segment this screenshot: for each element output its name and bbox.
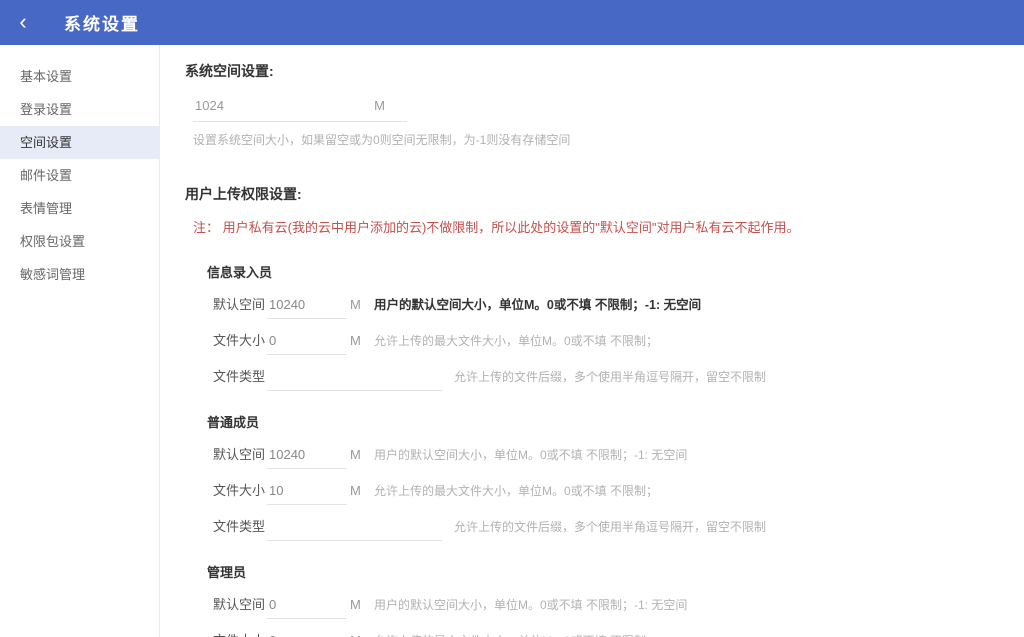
group-name: 信息录入员	[207, 262, 994, 294]
field-help: 用户的默认空间大小，单位M。0或不填 不限制；-1: 无空间	[374, 596, 687, 613]
app-header: ‹ 系统设置	[0, 0, 1024, 45]
sidebar-item-sensitive-words[interactable]: 敏感词管理	[0, 258, 159, 291]
system-space-help: 设置系统空间大小，如果留空或为0则空间无限制，为-1则没有存储空间	[193, 131, 994, 148]
file-size-input[interactable]	[267, 333, 347, 355]
field-label: 文件类型	[213, 516, 267, 535]
group-name: 管理员	[207, 562, 994, 594]
file-type-row: 文件类型 允许上传的文件后缀，多个使用半角逗号隔开，留空不限制	[207, 366, 994, 402]
sidebar-item-mail-settings[interactable]: 邮件设置	[0, 159, 159, 192]
group-name: 普通成员	[207, 412, 994, 444]
sidebar-item-basic-settings[interactable]: 基本设置	[0, 60, 159, 93]
group-info-entry-clerk: 信息录入员 默认空间 M 用户的默认空间大小，单位M。0或不填 不限制；-1: …	[207, 262, 994, 402]
file-size-input[interactable]	[267, 633, 347, 637]
sidebar-item-permission-package[interactable]: 权限包设置	[0, 225, 159, 258]
file-size-input[interactable]	[267, 483, 347, 505]
settings-sidebar: 基本设置 登录设置 空间设置 邮件设置 表情管理 权限包设置 敏感词管理	[0, 45, 160, 637]
role-groups: 信息录入员 默认空间 M 用户的默认空间大小，单位M。0或不填 不限制；-1: …	[207, 262, 994, 637]
sidebar-item-login-settings[interactable]: 登录设置	[0, 93, 159, 126]
field-label: 文件大小	[213, 480, 267, 499]
unit-label: M	[350, 333, 362, 348]
upload-permission-note: 注： 用户私有云(我的云中用户添加的云)不做限制，所以此处的设置的"默认空间"对…	[193, 217, 994, 236]
upload-permission-heading: 用户上传权限设置:	[185, 184, 994, 204]
unit-label: M	[350, 483, 362, 498]
unit-label: M	[350, 633, 362, 637]
file-type-input[interactable]	[267, 519, 442, 541]
field-help: 允许上传的最大文件大小，单位M。0或不填 不限制；	[374, 632, 658, 637]
default-space-row: 默认空间 M 用户的默认空间大小，单位M。0或不填 不限制；-1: 无空间	[207, 594, 994, 630]
unit-label: M	[350, 297, 362, 312]
default-space-row: 默认空间 M 用户的默认空间大小，单位M。0或不填 不限制；-1: 无空间	[207, 294, 994, 330]
field-label: 默认空间	[213, 444, 267, 463]
default-space-input[interactable]	[267, 597, 347, 619]
field-label: 默认空间	[213, 594, 267, 613]
file-size-row: 文件大小 M 允许上传的最大文件大小，单位M。0或不填 不限制；	[207, 480, 994, 516]
file-type-input[interactable]	[267, 369, 442, 391]
field-label: 文件大小	[213, 330, 267, 349]
default-space-row: 默认空间 M 用户的默认空间大小，单位M。0或不填 不限制；-1: 无空间	[207, 444, 994, 480]
system-space-heading: 系统空间设置:	[185, 61, 994, 81]
unit-label: M	[350, 597, 362, 612]
field-label: 文件类型	[213, 366, 267, 385]
settings-content: 系统空间设置: 1024 M 设置系统空间大小，如果留空或为0则空间无限制，为-…	[160, 45, 1024, 637]
file-type-row: 文件类型 允许上传的文件后缀，多个使用半角逗号隔开，留空不限制	[207, 516, 994, 552]
field-help: 允许上传的文件后缀，多个使用半角逗号隔开，留空不限制	[454, 368, 766, 385]
unit-label: M	[350, 447, 362, 462]
field-label: 默认空间	[213, 294, 267, 313]
page-title: 系统设置	[64, 10, 140, 35]
group-ordinary-member: 普通成员 默认空间 M 用户的默认空间大小，单位M。0或不填 不限制；-1: 无…	[207, 412, 994, 552]
field-help: 允许上传的最大文件大小，单位M。0或不填 不限制；	[374, 332, 658, 349]
field-help: 允许上传的最大文件大小，单位M。0或不填 不限制；	[374, 482, 658, 499]
file-size-row: 文件大小 M 允许上传的最大文件大小，单位M。0或不填 不限制；	[207, 330, 994, 366]
default-space-input[interactable]	[267, 447, 347, 469]
field-label: 文件大小	[213, 630, 267, 637]
file-size-row: 文件大小 M 允许上传的最大文件大小，单位M。0或不填 不限制；	[207, 630, 994, 637]
field-help: 允许上传的文件后缀，多个使用半角逗号隔开，留空不限制	[454, 518, 766, 535]
field-help: 用户的默认空间大小，单位M。0或不填 不限制；-1: 无空间	[374, 446, 687, 463]
sidebar-item-emoticon-management[interactable]: 表情管理	[0, 192, 159, 225]
group-administrator: 管理员 默认空间 M 用户的默认空间大小，单位M。0或不填 不限制；-1: 无空…	[207, 562, 994, 637]
system-space-value[interactable]: 1024	[195, 98, 224, 113]
field-help: 用户的默认空间大小，单位M。0或不填 不限制；-1: 无空间	[374, 294, 701, 313]
sidebar-item-space-settings[interactable]: 空间设置	[0, 126, 159, 159]
default-space-input[interactable]	[267, 297, 347, 319]
system-space-unit: M	[374, 98, 385, 113]
system-space-field[interactable]: 1024 M	[193, 96, 407, 122]
back-chevron-icon[interactable]: ‹	[0, 0, 46, 44]
main-layout: 基本设置 登录设置 空间设置 邮件设置 表情管理 权限包设置 敏感词管理 系统空…	[0, 45, 1024, 637]
